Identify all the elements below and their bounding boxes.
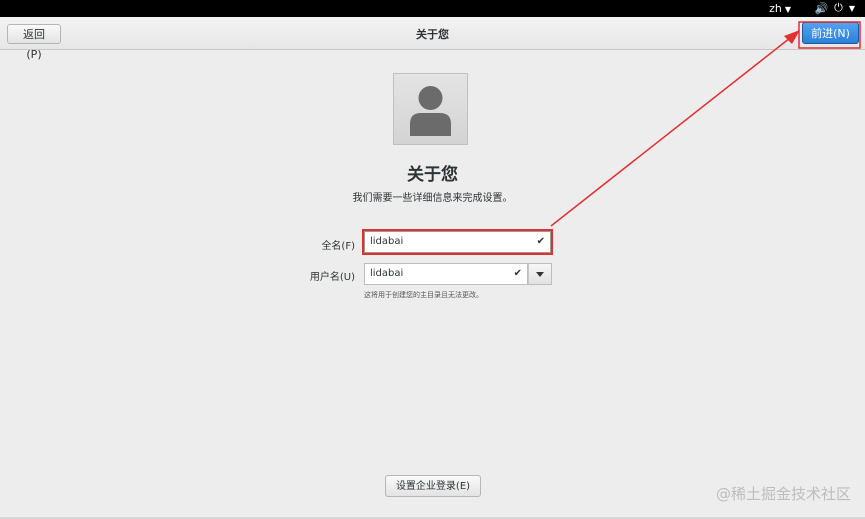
enterprise-login-button[interactable]: 设置企业登录(E) [385,475,481,497]
watermark: @稀土掘金技术社区 [715,485,851,503]
annotation-arrow [550,21,861,227]
